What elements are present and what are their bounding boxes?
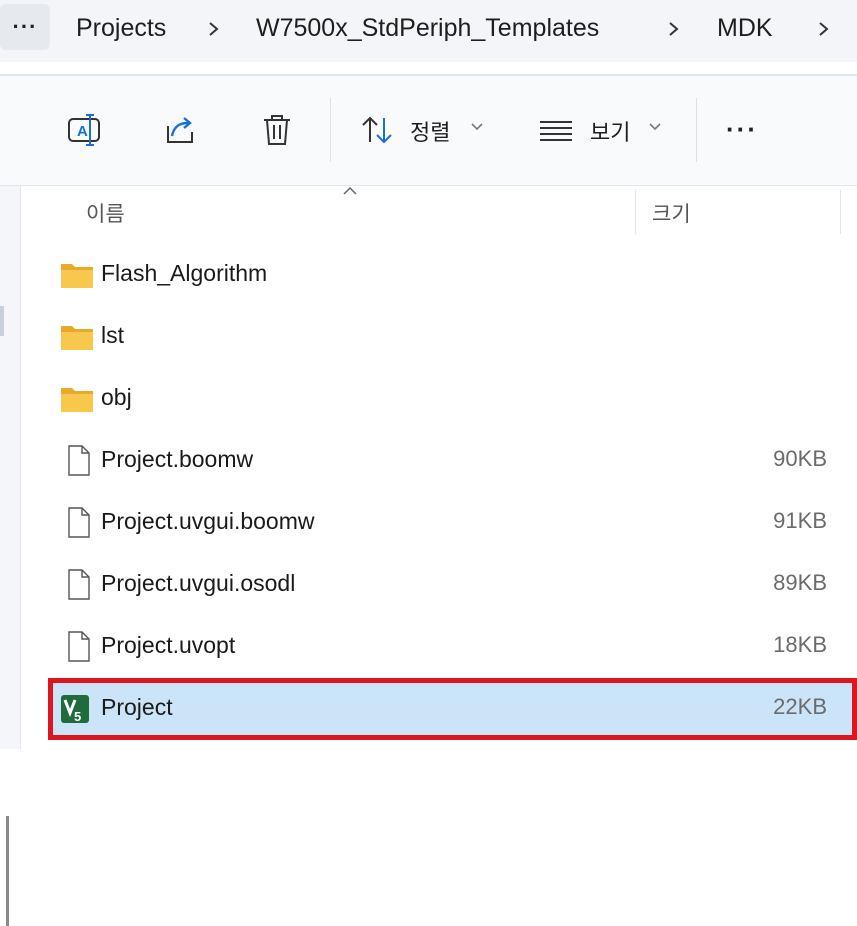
file-name: Project.uvopt [101, 632, 236, 658]
list-item[interactable]: Flash_Algorithm [50, 248, 855, 302]
keil-uvision-project-icon: 5 [61, 695, 89, 724]
list-item[interactable]: Project.uvgui.boomw 91KB [50, 496, 855, 550]
rename-icon[interactable]: A [64, 110, 104, 150]
breadcrumb-overflow-button[interactable]: ··· [0, 4, 50, 50]
file-size: 89KB [773, 570, 827, 595]
column-divider[interactable] [840, 190, 841, 234]
view-button-label[interactable]: 보기 [590, 115, 630, 147]
document-icon [68, 569, 90, 600]
file-name: Flash_Algorithm [101, 260, 268, 286]
file-size: 22KB [773, 694, 827, 719]
pane-splitter[interactable] [0, 306, 4, 336]
file-name: Project.uvgui.boomw [101, 508, 315, 534]
file-size: 91KB [773, 508, 827, 533]
sort-button-label[interactable]: 정렬 [410, 115, 450, 147]
view-list-icon[interactable] [538, 114, 574, 146]
list-item[interactable]: obj [50, 372, 855, 426]
column-header: 이름 크기 [22, 186, 857, 236]
file-name: Project.boomw [101, 446, 254, 472]
sort-icon[interactable] [358, 112, 396, 148]
toolbar-divider [330, 98, 331, 162]
breadcrumb-item-projects[interactable]: Projects [76, 14, 166, 43]
trash-icon[interactable] [257, 110, 297, 150]
more-options-button[interactable]: ··· [726, 114, 758, 145]
file-name: obj [101, 384, 132, 410]
column-header-size[interactable]: 크기 [652, 198, 691, 228]
list-item[interactable]: lst [50, 310, 855, 364]
chevron-down-icon[interactable] [470, 122, 484, 132]
document-icon [68, 507, 90, 538]
column-header-name[interactable]: 이름 [86, 198, 125, 228]
list-item-selected[interactable]: 5 Project 22KB [48, 678, 857, 740]
document-icon [68, 631, 90, 662]
file-name: Project.uvgui.osodl [101, 570, 296, 596]
folder-icon [61, 388, 93, 412]
file-size: 18KB [773, 632, 827, 657]
column-divider[interactable] [635, 190, 636, 234]
file-name: Project [101, 694, 173, 720]
chevron-down-icon[interactable] [648, 122, 662, 132]
chevron-right-icon [209, 22, 219, 36]
list-item[interactable]: Project.boomw 90KB [50, 434, 855, 488]
list-item[interactable]: Project.uvgui.osodl 89KB [50, 558, 855, 612]
address-bar: ··· Projects W7500x_StdPeriph_Templates … [0, 0, 857, 62]
svg-text:5: 5 [74, 709, 81, 724]
document-icon [68, 445, 90, 476]
chevron-right-icon [669, 22, 679, 36]
chevron-right-icon[interactable] [814, 16, 834, 42]
file-size: 90KB [773, 446, 827, 471]
toolbar-divider [696, 98, 697, 162]
file-name: lst [101, 322, 124, 348]
folder-icon [61, 326, 93, 350]
folder-icon [61, 264, 93, 288]
breadcrumb-item-w7500x[interactable]: W7500x_StdPeriph_Templates [256, 14, 599, 43]
breadcrumb-item-mdk[interactable]: MDK [717, 14, 773, 43]
navigation-pane[interactable] [0, 186, 21, 926]
scrollbar[interactable] [6, 816, 9, 926]
svg-text:A: A [77, 123, 88, 140]
share-icon[interactable] [160, 110, 200, 150]
sort-ascending-indicator-icon [343, 186, 357, 195]
list-item[interactable]: Project.uvopt 18KB [50, 620, 855, 674]
command-bar: A 정렬 보기 ··· [0, 76, 857, 186]
